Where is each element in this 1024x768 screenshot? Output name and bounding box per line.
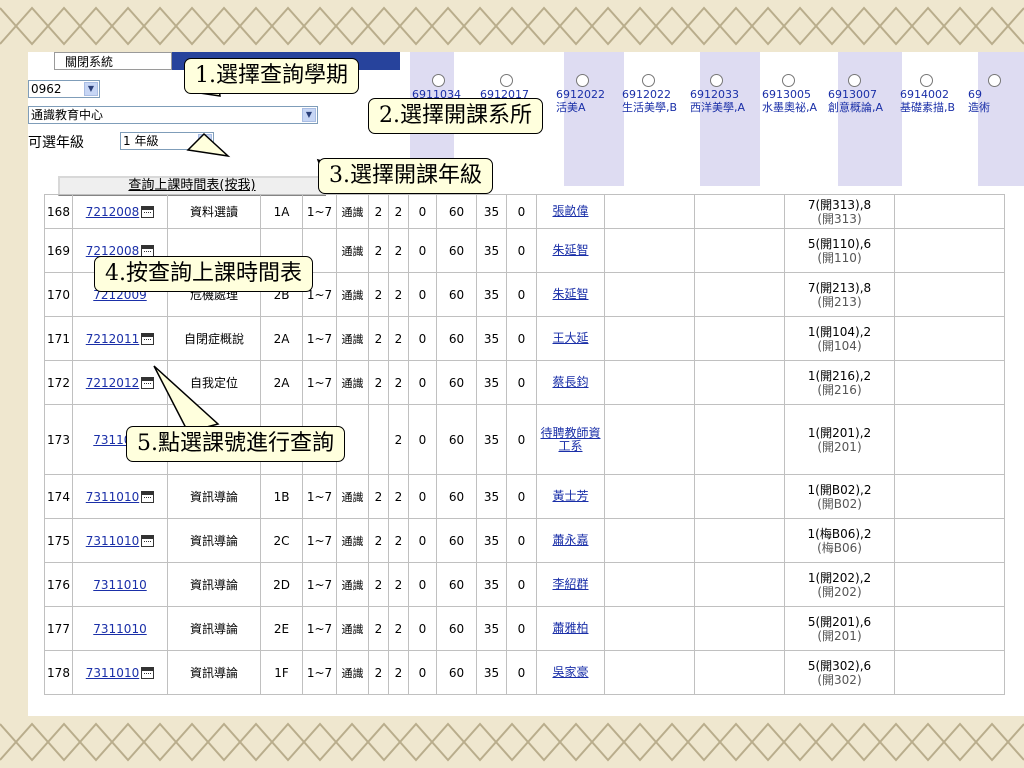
decorative-border-bottom <box>0 716 1024 768</box>
callout-step3: 3.選擇開課年級 <box>318 158 493 194</box>
decorative-border-top <box>0 0 1024 52</box>
course-query-screenshot: 關閉系統 0962 ▼ 通識教育中心 ▼ 可選年級 1 年級 ▼ 查詢上課時間表… <box>28 52 1024 716</box>
callout-pointers <box>153 80 400 433</box>
callout-step2: 2.選擇開課系所 <box>368 98 543 134</box>
callout-step5: 5.點選課號進行查詢 <box>126 426 345 462</box>
callout-step4: 4.按查詢上課時間表 <box>94 256 313 292</box>
callout-step1: 1.選擇查詢學期 <box>184 58 359 94</box>
